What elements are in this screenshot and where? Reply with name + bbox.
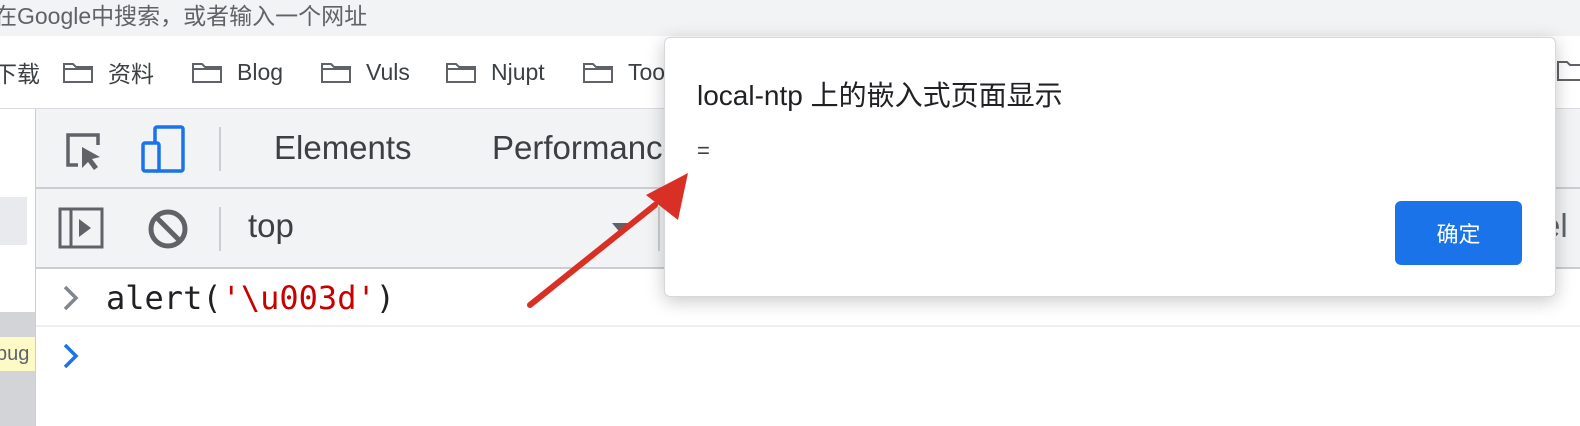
chevron-right-icon [63,343,79,369]
bookmark-vuls[interactable]: Vuls [320,56,410,88]
folder-icon [321,63,351,83]
page-highlight-tag: bug [0,337,35,371]
folder-icon [63,63,93,83]
toolbar-divider [219,207,221,251]
toolbar-divider [658,207,660,251]
folder-icon [192,63,222,83]
screenshot-root: 在Google中搜索，或者输入一个网址 下载 资料 Blog Vuls Njup… [0,0,1580,426]
omnibox[interactable]: 在Google中搜索，或者输入一个网址 [0,0,1580,36]
inspect-element-icon[interactable] [62,129,106,173]
tab-elements[interactable]: Elements [274,129,412,167]
bookmark-njupt[interactable]: Njupt [445,56,545,88]
alert-message: = [697,138,710,163]
context-selector[interactable]: top [248,207,294,245]
bookmark-label: Vuls [366,58,410,85]
bookmark-label: Njupt [491,58,545,85]
folder-icon [583,63,613,83]
bookmark-label: 资料 [108,61,154,87]
bookmark-label: 下载 [0,61,40,87]
alert-title: local-ntp 上的嵌入式页面显示 [697,80,1063,111]
dropdown-arrow-icon[interactable] [610,221,634,237]
toolbar-divider [219,127,221,171]
bookmark-blog[interactable]: Blog [191,56,283,88]
bookmark-label: Blog [237,58,284,85]
page-content-strip: bug [0,109,36,426]
console-prompt[interactable] [36,327,1580,387]
page-gray-block [0,197,27,245]
bookmark-label: Too [628,58,666,85]
tab-performance[interactable]: Performance [492,129,681,167]
omnibox-placeholder: 在Google中搜索，或者输入一个网址 [0,3,368,29]
clear-console-icon[interactable] [146,207,190,251]
device-toolbar-icon[interactable] [140,125,188,175]
bookmark-ziliao[interactable]: 资料 [62,56,154,88]
bookmark-downloads[interactable]: 下载 [0,56,40,88]
sidebar-toggle-icon[interactable] [58,207,104,251]
bookmark-tools[interactable]: Too [582,56,665,88]
chevron-right-icon [63,285,79,311]
alert-dialog: local-ntp 上的嵌入式页面显示 = 确定 [664,37,1556,297]
folder-icon[interactable] [1556,58,1580,82]
console-command-text: alert('\u003d') [106,279,395,317]
folder-icon [446,63,476,83]
ok-button[interactable]: 确定 [1395,201,1522,265]
